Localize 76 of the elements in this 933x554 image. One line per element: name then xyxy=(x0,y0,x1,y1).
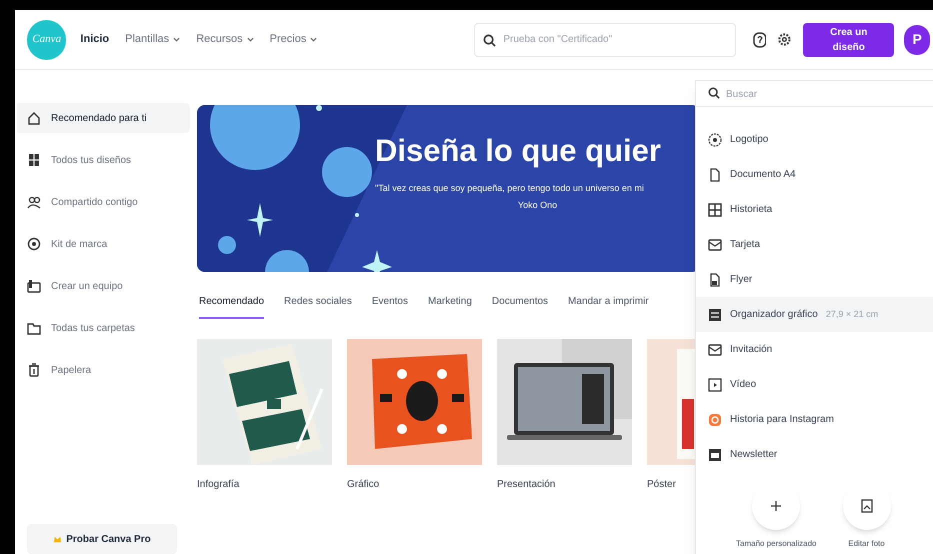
try-pro-button[interactable]: Probar Canva Pro xyxy=(27,524,177,554)
search-field[interactable]: Prueba con "Certificado" xyxy=(474,22,736,56)
menu-item[interactable]: Tarjeta xyxy=(696,227,933,262)
menu-item-label: Vídeo xyxy=(730,378,756,392)
instagram-icon xyxy=(708,412,722,426)
card-title[interactable]: Presentación xyxy=(497,477,632,492)
flyer-icon xyxy=(708,272,722,286)
grid-icon xyxy=(27,153,41,167)
menu-item-label: Flyer xyxy=(730,273,752,287)
menu-item-label: Invitación xyxy=(730,343,772,357)
nav-link[interactable]: Plantillas xyxy=(125,31,180,48)
newsletter-icon xyxy=(708,448,722,462)
badge-icon xyxy=(708,132,722,146)
menu-item-label: Historieta xyxy=(730,203,772,217)
menu-item[interactable]: Flyer xyxy=(696,262,933,297)
nav-link[interactable]: Recursos xyxy=(196,31,254,48)
sidebar-item[interactable]: Papelera xyxy=(17,355,190,385)
action-button[interactable] xyxy=(842,482,890,530)
menu-item[interactable]: Logotipo xyxy=(696,122,933,157)
banner-quote: "Tal vez creas que soy pequeña, pero tengo todo un universo en mi xyxy=(375,182,644,195)
create-design-button[interactable]: Crea un diseño xyxy=(803,22,894,56)
sidebar-item[interactable]: Crear un equipo xyxy=(17,271,190,301)
category-tab[interactable]: Marketing xyxy=(428,294,472,319)
menu-item[interactable]: Historia para Instagram xyxy=(696,402,933,437)
envelope-icon xyxy=(708,238,722,252)
menu-item[interactable]: Vídeo xyxy=(696,367,933,402)
search-icon xyxy=(708,87,720,99)
trash-icon xyxy=(27,363,41,377)
menu-item[interactable]: Documento A4 xyxy=(696,157,933,192)
grid-icon xyxy=(708,202,722,216)
menu-item[interactable]: Historieta xyxy=(696,192,933,227)
sidebar-item[interactable]: Recomendado para ti xyxy=(17,103,190,133)
nav-link[interactable]: Inicio xyxy=(80,31,110,48)
menu-item-label: Newsletter xyxy=(730,448,778,462)
play-icon xyxy=(708,378,722,392)
sidebar-item[interactable]: Compartido contigo xyxy=(17,187,190,217)
sidebar-item[interactable]: Kit de marca xyxy=(17,229,190,259)
menu-item-label: Historia para Instagram xyxy=(730,413,834,427)
menu-item-label: Organizador gráfico xyxy=(730,308,818,322)
category-tab[interactable]: Eventos xyxy=(372,294,408,319)
user-avatar[interactable]: P xyxy=(904,24,930,54)
menu-item[interactable]: Organizador gráfico 27,9 × 21 cm xyxy=(696,297,933,332)
size-label: 27,9 × 21 cm xyxy=(826,308,878,321)
category-tab[interactable]: Recomendado xyxy=(199,294,264,319)
sidebar-item[interactable]: Todas tus carpetas xyxy=(17,313,190,343)
organizer-icon xyxy=(708,308,722,322)
image-icon xyxy=(860,499,872,513)
team-icon xyxy=(27,279,41,293)
menu-item[interactable]: Invitación xyxy=(696,332,933,367)
menu-item-label: Tarjeta xyxy=(730,238,760,252)
action-label: Tamaño personalizado xyxy=(736,538,816,550)
category-tab[interactable]: Mandar a imprimir xyxy=(568,294,649,319)
circle-icon xyxy=(27,237,41,251)
crown-icon xyxy=(53,534,62,544)
quote-author: Yoko Ono xyxy=(518,198,558,212)
people-icon xyxy=(27,195,41,209)
plus-icon xyxy=(770,500,782,512)
search-icon xyxy=(483,34,496,46)
home-icon xyxy=(27,111,41,125)
sidebar-item[interactable]: Todos tus diseños xyxy=(17,145,190,175)
action-label: Editar foto xyxy=(848,538,885,550)
menu-item[interactable]: Newsletter xyxy=(696,437,933,472)
document-icon xyxy=(708,168,722,182)
settings-icon[interactable] xyxy=(777,32,792,47)
banner-title: Diseña lo que quier xyxy=(375,135,661,166)
envelope-icon xyxy=(708,342,722,356)
menu-item-label: Logotipo xyxy=(730,133,768,147)
card-title[interactable]: Infografía xyxy=(197,477,332,492)
help-icon[interactable] xyxy=(752,32,766,48)
menu-item-label: Documento A4 xyxy=(730,168,796,182)
category-tab[interactable]: Documentos xyxy=(492,294,548,319)
nav-link[interactable]: Precios xyxy=(270,31,318,48)
category-tab[interactable]: Redes sociales xyxy=(284,294,352,319)
card-title[interactable]: Gráfico xyxy=(347,477,482,492)
folder-icon xyxy=(27,321,41,335)
menu-search-field[interactable]: Buscar xyxy=(696,83,933,107)
